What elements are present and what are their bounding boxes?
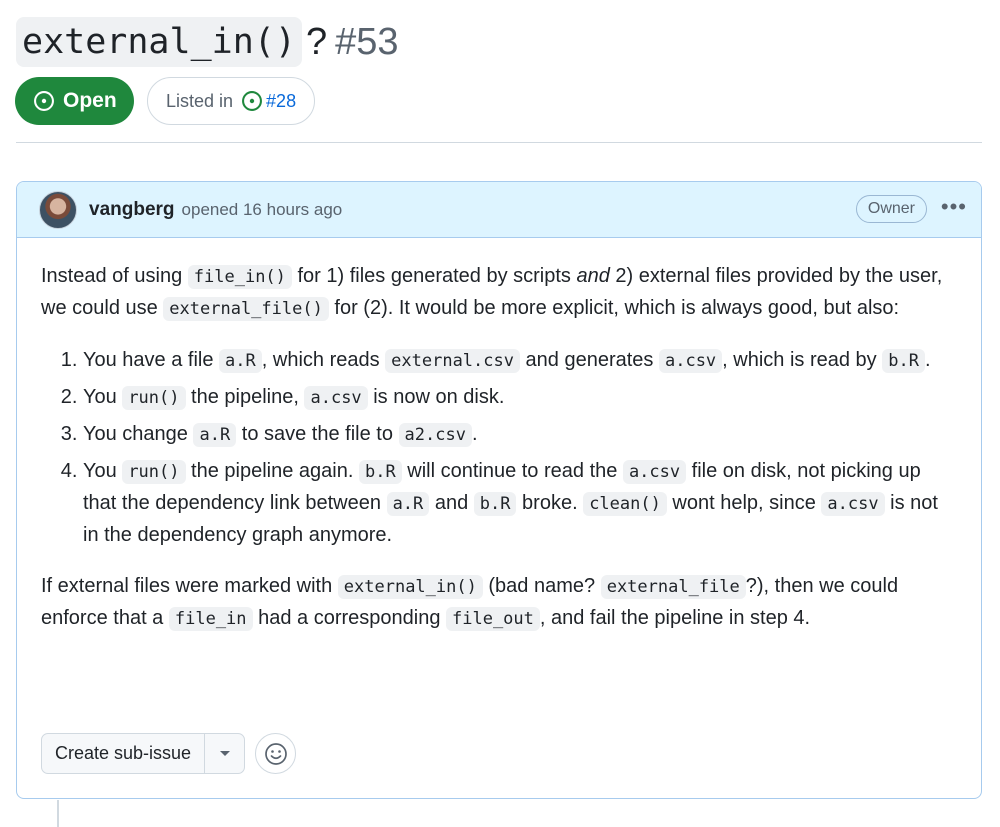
comment-body: Instead of using file_in() for 1) files … bbox=[17, 238, 981, 635]
inline-code: b.R bbox=[473, 492, 517, 516]
comment-timestamp[interactable]: opened 16 hours ago bbox=[182, 200, 343, 220]
inline-code: run() bbox=[122, 386, 186, 410]
steps-list: You have a file a.R, which reads externa… bbox=[41, 345, 957, 551]
text: and generates bbox=[519, 349, 659, 371]
listed-in-label: Listed in bbox=[166, 90, 234, 111]
text: the pipeline, bbox=[185, 386, 305, 408]
kebab-menu-icon[interactable]: ••• bbox=[941, 194, 967, 220]
inline-code: file_in bbox=[168, 607, 253, 631]
create-sub-issue-button[interactable]: Create sub-issue bbox=[42, 734, 206, 773]
inline-code: b.R bbox=[882, 349, 925, 373]
text: You bbox=[83, 460, 123, 482]
inline-code: file_in() bbox=[187, 265, 292, 289]
inline-code: file_out bbox=[446, 607, 540, 631]
text: . bbox=[924, 349, 931, 371]
inline-code: a2.csv bbox=[398, 423, 472, 447]
issue-title-suffix: ? bbox=[305, 20, 328, 63]
text: Instead of using bbox=[41, 265, 188, 287]
avatar[interactable] bbox=[39, 190, 77, 229]
state-badge: Open bbox=[15, 77, 134, 125]
inline-code: b.R bbox=[358, 460, 402, 484]
create-sub-issue-split-button: Create sub-issue bbox=[41, 733, 246, 774]
list-item: You run() the pipeline again. b.R will c… bbox=[83, 456, 957, 551]
comment-author[interactable]: vangberg bbox=[89, 199, 175, 221]
text: broke. bbox=[516, 492, 584, 514]
text: and bbox=[429, 492, 474, 514]
text: wont help, since bbox=[666, 492, 822, 514]
text: . bbox=[471, 423, 478, 445]
comment-actions: Create sub-issue bbox=[41, 733, 297, 774]
listed-in-badge: Listed in #28 bbox=[147, 77, 316, 125]
paragraph-conclusion: If external files were marked with exter… bbox=[41, 571, 957, 635]
inline-code: a.csv bbox=[304, 386, 368, 410]
text: for (2). It would be more explicit, whic… bbox=[328, 297, 900, 319]
issue-opened-icon bbox=[242, 91, 263, 111]
text: You bbox=[83, 386, 123, 408]
inline-code: a.R bbox=[386, 492, 430, 516]
comment-header: vangberg opened 16 hours ago Owner ••• bbox=[17, 182, 981, 238]
paragraph-intro: Instead of using file_in() for 1) files … bbox=[41, 261, 957, 325]
inline-code: external_file() bbox=[163, 297, 329, 321]
text: You change bbox=[83, 423, 194, 445]
inline-code: a.csv bbox=[658, 349, 723, 373]
inline-code: a.csv bbox=[821, 492, 885, 516]
text: to save the file to bbox=[236, 423, 399, 445]
issue-comment: vangberg opened 16 hours ago Owner ••• I… bbox=[16, 181, 982, 799]
inline-code: clean() bbox=[583, 492, 667, 516]
emphasis: and bbox=[576, 265, 610, 287]
inline-code: a.R bbox=[219, 349, 262, 373]
inline-code: external_file bbox=[600, 575, 746, 599]
list-item: You change a.R to save the file to a2.cs… bbox=[83, 419, 957, 451]
issue-number: #53 bbox=[335, 20, 399, 63]
timeline-connector bbox=[57, 800, 59, 827]
list-item: You have a file a.R, which reads externa… bbox=[83, 345, 957, 377]
triangle-down-icon bbox=[219, 750, 230, 756]
text: will continue to read the bbox=[401, 460, 623, 482]
text: had a corresponding bbox=[252, 607, 446, 629]
state-label: Open bbox=[63, 89, 117, 112]
inline-code: run() bbox=[122, 460, 186, 484]
inline-code: external.csv bbox=[385, 349, 520, 373]
inline-code: external_in() bbox=[337, 575, 483, 599]
issue-title-code: external_in() bbox=[16, 17, 302, 67]
text: the pipeline again. bbox=[185, 460, 359, 482]
text: , and fail the pipeline in step 4. bbox=[539, 607, 811, 629]
header-divider bbox=[16, 142, 982, 143]
issue-badges: Open Listed in #28 bbox=[15, 77, 316, 125]
text: You have a file bbox=[83, 349, 220, 371]
parent-issue-link[interactable]: #28 bbox=[266, 91, 296, 112]
inline-code: a.R bbox=[193, 423, 237, 447]
text: , which reads bbox=[261, 349, 386, 371]
issue-opened-icon bbox=[34, 91, 54, 111]
add-reaction-button[interactable] bbox=[255, 733, 297, 774]
text: If external files were marked with bbox=[41, 575, 338, 597]
issue-title: external_in() ? #53 bbox=[16, 16, 398, 68]
text: for 1) files generated by scripts bbox=[291, 265, 577, 287]
list-item: You run() the pipeline, a.csv is now on … bbox=[83, 382, 957, 414]
text: is now on disk. bbox=[367, 386, 505, 408]
triangle-down-icon[interactable] bbox=[205, 750, 244, 758]
text: , which is read by bbox=[722, 349, 883, 371]
owner-badge: Owner bbox=[855, 195, 927, 223]
inline-code: a.csv bbox=[622, 460, 687, 484]
text: (bad name? bbox=[482, 575, 601, 597]
smiley-icon bbox=[264, 742, 287, 765]
